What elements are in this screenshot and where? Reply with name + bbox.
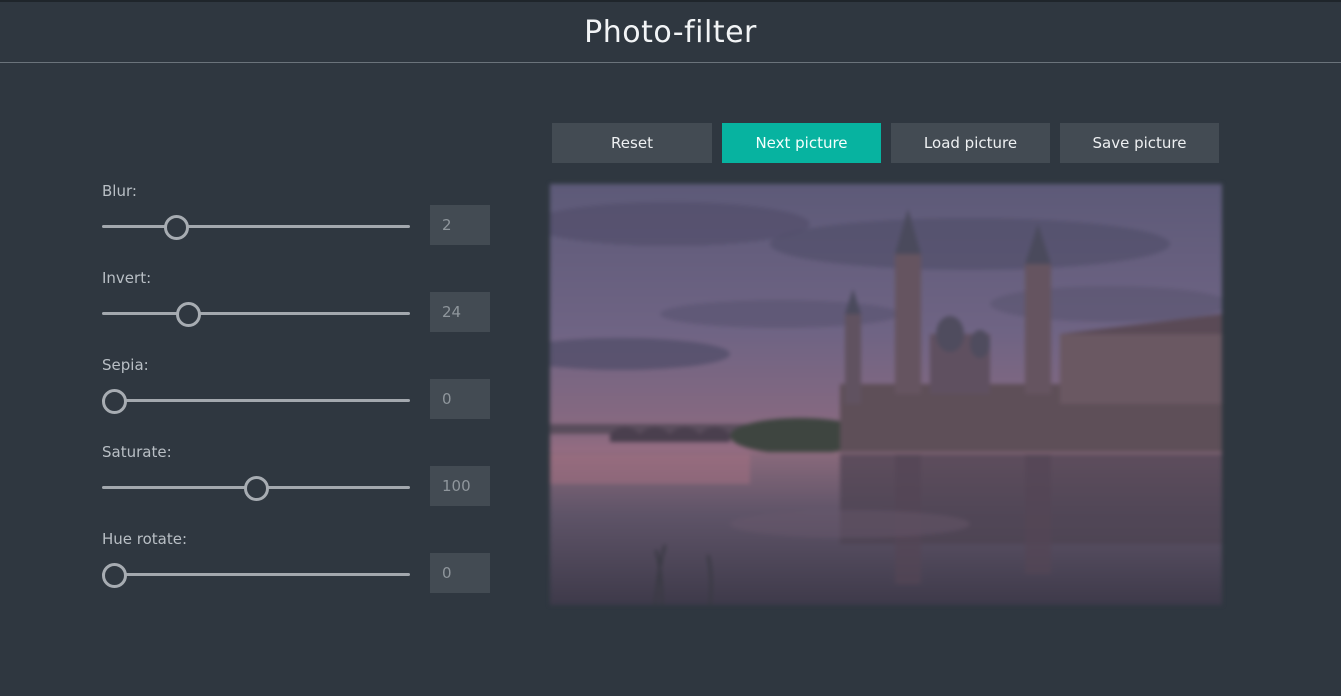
value-field[interactable]: 2 (430, 205, 490, 245)
slider-track[interactable] (102, 573, 410, 576)
filter-controls: Blur: 2 Invert: 24 Sepia: 0 Saturate: 10… (102, 180, 492, 615)
toolbar: Reset Next picture Load picture Save pic… (552, 123, 1219, 163)
filter-label: Hue rotate: (102, 530, 188, 548)
filter-sepia: Sepia: 0 (102, 354, 492, 441)
cathedral-river-photo (550, 184, 1222, 605)
app-header: Photo-filter (0, 2, 1341, 63)
filter-hue-rotate: Hue rotate: 0 (102, 528, 492, 615)
save-picture-button[interactable]: Save picture (1060, 123, 1219, 163)
filter-invert: Invert: 24 (102, 267, 492, 354)
value-field[interactable]: 24 (430, 292, 490, 332)
filter-saturate: Saturate: 100 (102, 441, 492, 528)
value-field[interactable]: 0 (430, 379, 490, 419)
slider-thumb[interactable] (244, 476, 269, 501)
reset-button[interactable]: Reset (552, 123, 712, 163)
slider-track[interactable] (102, 312, 410, 315)
page-title: Photo-filter (584, 14, 757, 50)
slider-track[interactable] (102, 225, 410, 228)
next-picture-button[interactable]: Next picture (722, 123, 881, 163)
slider-thumb[interactable] (102, 389, 127, 414)
filter-label: Sepia: (102, 356, 149, 374)
value-field[interactable]: 100 (430, 466, 490, 506)
filter-label: Invert: (102, 269, 152, 287)
value-field[interactable]: 0 (430, 553, 490, 593)
slider-thumb[interactable] (175, 302, 201, 327)
slider-thumb[interactable] (102, 563, 127, 588)
filter-label: Blur: (102, 182, 137, 200)
slider-thumb[interactable] (164, 215, 190, 240)
filter-blur: Blur: 2 (102, 180, 492, 267)
filter-label: Saturate: (102, 443, 172, 461)
slider-track[interactable] (102, 399, 410, 402)
load-picture-button[interactable]: Load picture (891, 123, 1050, 163)
photo-preview (550, 184, 1222, 605)
